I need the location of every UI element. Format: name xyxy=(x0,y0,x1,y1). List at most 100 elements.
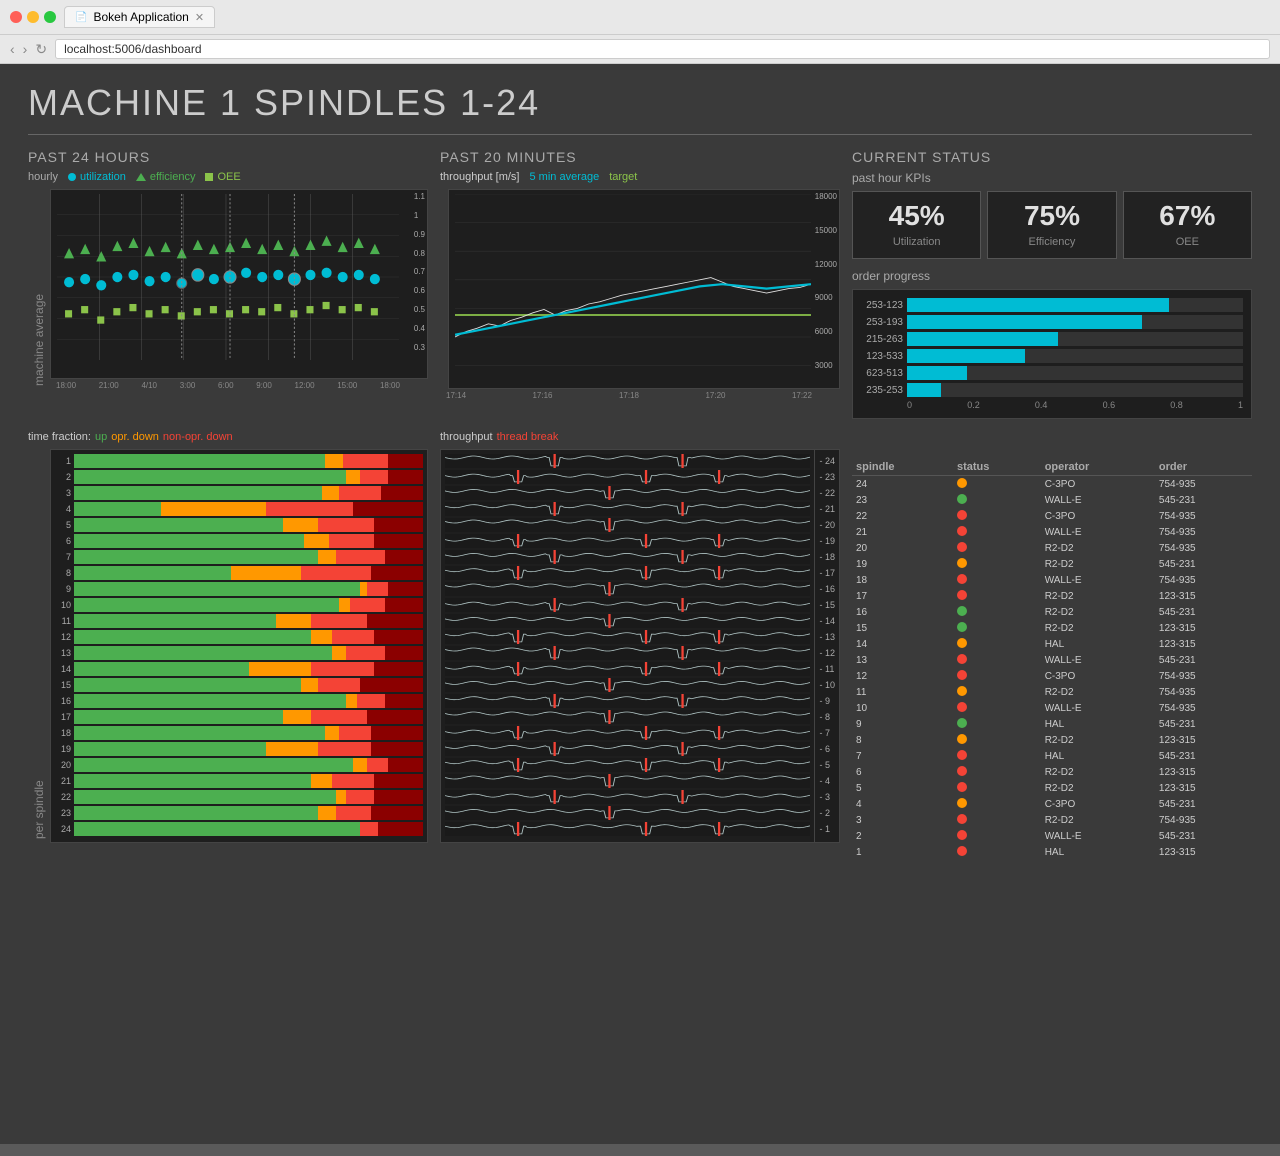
status-dot xyxy=(957,654,967,664)
bar-row: 19 xyxy=(57,742,423,756)
throughput-row xyxy=(445,774,810,788)
order-row: 235-253 xyxy=(861,383,1243,397)
address-bar[interactable]: localhost:5006/dashboard xyxy=(55,39,1270,59)
table-row: 6 R2-D2 123-315 xyxy=(852,764,1252,780)
status-dot xyxy=(957,670,967,680)
bar-row: 24 xyxy=(57,822,423,836)
throughput-row xyxy=(445,518,810,532)
past20-title: PAST 20 MINUTES xyxy=(440,149,840,165)
table-row: 23 WALL-E 545-231 xyxy=(852,492,1252,508)
status-dot xyxy=(957,638,967,648)
top-grid: PAST 24 HOURS hourly utilization efficie… xyxy=(28,149,1252,419)
maximize-button[interactable] xyxy=(44,11,56,23)
per-spindle-label: per spindle xyxy=(28,449,50,843)
close-button[interactable] xyxy=(10,11,22,23)
throughput-row xyxy=(445,470,810,484)
dashboard: MACHINE 1 SPINDLES 1-24 PAST 24 HOURS ho… xyxy=(0,64,1280,1144)
bar-row: 5 xyxy=(57,518,423,532)
bar-row: 20 xyxy=(57,758,423,772)
throughput-row xyxy=(445,822,810,836)
col-operator: operator xyxy=(1041,459,1155,476)
status-dot xyxy=(957,606,967,616)
tab-close[interactable]: ✕ xyxy=(195,11,204,24)
kpi-oee: 67% OEE xyxy=(1123,191,1252,259)
legend-efficiency: efficiency xyxy=(136,171,196,183)
table-row: 3 R2-D2 754-935 xyxy=(852,812,1252,828)
status-dot xyxy=(957,622,967,632)
bar-row: 1 xyxy=(57,454,423,468)
kpi-utilization-label: Utilization xyxy=(893,236,941,248)
status-dot xyxy=(957,526,967,536)
status-dot xyxy=(957,702,967,712)
tab-title: Bokeh Application xyxy=(93,10,188,24)
kpi-efficiency-value: 75% xyxy=(992,200,1111,232)
bar-row: 15 xyxy=(57,678,423,692)
order-progress-chart: 253-123 253-193 215-263 123-533 623-513 … xyxy=(852,289,1252,419)
table-row: 21 WALL-E 754-935 xyxy=(852,524,1252,540)
throughput-row xyxy=(445,614,810,628)
bar-row: 17 xyxy=(57,710,423,724)
table-row: 14 HAL 123-315 xyxy=(852,636,1252,652)
bar-row: 21 xyxy=(57,774,423,788)
throughput-row xyxy=(445,710,810,724)
table-row: 10 WALL-E 754-935 xyxy=(852,700,1252,716)
throughput-panel: throughput thread break - 24- 23- 22- 21… xyxy=(440,431,840,860)
status-dot xyxy=(957,782,967,792)
throughput-row xyxy=(445,694,810,708)
order-rows: 253-123 253-193 215-263 123-533 623-513 … xyxy=(861,298,1243,397)
bar-row: 2 xyxy=(57,470,423,484)
kpi-efficiency: 75% Efficiency xyxy=(987,191,1116,259)
status-dot xyxy=(957,814,967,824)
legend-hourly: hourly xyxy=(28,171,58,183)
table-row: 17 R2-D2 123-315 xyxy=(852,588,1252,604)
past20-legend: throughput [m/s] 5 min average target xyxy=(440,171,840,183)
bar-row: 7 xyxy=(57,550,423,564)
throughput-row xyxy=(445,582,810,596)
forward-button[interactable]: › xyxy=(23,41,28,57)
past24-legend: hourly utilization efficiency OEE xyxy=(28,171,428,183)
throughput-row xyxy=(445,790,810,804)
col-status: status xyxy=(953,459,1041,476)
kpi-oee-value: 67% xyxy=(1128,200,1247,232)
status-dot xyxy=(957,574,967,584)
bar-row: 9 xyxy=(57,582,423,596)
table-row: 22 C-3PO 754-935 xyxy=(852,508,1252,524)
table-row: 1 HAL 123-315 xyxy=(852,844,1252,860)
table-row: 4 C-3PO 545-231 xyxy=(852,796,1252,812)
bar-row: 3 xyxy=(57,486,423,500)
table-row: 5 R2-D2 123-315 xyxy=(852,780,1252,796)
legend-utilization: utilization xyxy=(68,171,126,183)
window-controls xyxy=(10,11,56,23)
throughput-sparklines xyxy=(440,449,815,843)
past20-side-label xyxy=(440,189,448,389)
throughput-row xyxy=(445,742,810,756)
legend-5min: 5 min average xyxy=(530,171,600,183)
order-row: 123-533 xyxy=(861,349,1243,363)
status-dot xyxy=(957,766,967,776)
throughput-row xyxy=(445,598,810,612)
kpi-utilization-value: 45% xyxy=(857,200,976,232)
throughput-row xyxy=(445,758,810,772)
minimize-button[interactable] xyxy=(27,11,39,23)
legend-throughput: throughput [m/s] xyxy=(440,171,520,183)
browser-tab[interactable]: 📄 Bokeh Application ✕ xyxy=(64,6,215,28)
past24-svg xyxy=(57,194,399,360)
refresh-button[interactable]: ↻ xyxy=(35,41,47,58)
table-row: 16 R2-D2 545-231 xyxy=(852,604,1252,620)
time-fraction-bars: 1 2 3 4 5 xyxy=(50,449,428,843)
status-dot xyxy=(957,590,967,600)
table-row: 15 R2-D2 123-315 xyxy=(852,620,1252,636)
tab-icon: 📄 xyxy=(75,12,87,23)
past24-title: PAST 24 HOURS xyxy=(28,149,428,165)
back-button[interactable]: ‹ xyxy=(10,41,15,57)
past24-chart: 1.1 1 0.9 0.8 0.7 0.6 0.5 0.4 0.3 xyxy=(50,189,428,390)
past24-chart-container: machine average xyxy=(28,189,428,390)
spindle-table: spindle status operator order 24 C-3PO 7… xyxy=(852,459,1252,860)
table-row: 11 R2-D2 754-935 xyxy=(852,684,1252,700)
status-dot xyxy=(957,686,967,696)
status-dot xyxy=(957,798,967,808)
throughput-row xyxy=(445,534,810,548)
bottom-grid: time fraction: up opr. down non-opr. dow… xyxy=(28,431,1252,860)
throughput-chart-wrap: - 24- 23- 22- 21- 20- 19- 18- 17- 16- 15… xyxy=(440,449,840,843)
status-dot xyxy=(957,734,967,744)
